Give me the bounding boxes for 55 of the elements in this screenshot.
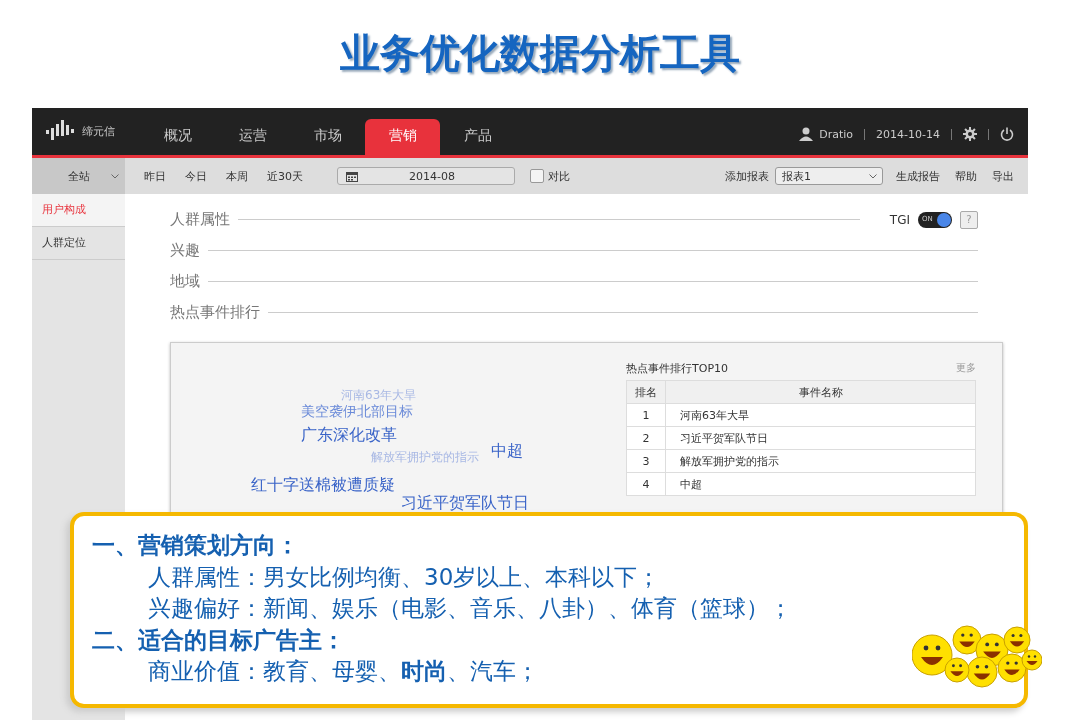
column-header: 事件名称	[665, 380, 976, 404]
tgi-label: TGI	[889, 212, 910, 227]
nav-tab[interactable]: 市场	[290, 119, 365, 155]
callout-line: 商业价值：教育、母婴、时尚、汽车；	[147, 657, 540, 686]
column-header: 排名	[626, 380, 666, 404]
callout-line: 人群属性：男女比例均衡、30岁以上、本科以下；	[147, 562, 662, 592]
user-icon	[799, 127, 814, 141]
nav-tab[interactable]: 营销	[365, 119, 440, 155]
logo-text: 缔元信	[82, 123, 115, 139]
sidebar-item[interactable]: 用户构成	[32, 194, 125, 227]
nav-tab[interactable]: 概况	[140, 119, 215, 155]
toolbar-link[interactable]: 帮助	[955, 168, 977, 184]
table-cell: 中超	[665, 472, 976, 496]
table-cell: 习近平贺军队节日	[665, 426, 976, 450]
range-link[interactable]: 本周	[226, 168, 248, 184]
add-report-label: 添加报表	[725, 168, 769, 184]
section-heading[interactable]: 热点事件排行	[170, 303, 260, 322]
sidebar-item[interactable]: 人群定位	[32, 227, 125, 260]
slide-title: 业务优化数据分析工具	[339, 29, 741, 78]
range-link[interactable]: 昨日	[144, 168, 166, 184]
table-cell: 解放军拥护党的指示	[665, 449, 976, 473]
table-title: 热点事件排行TOP10	[626, 361, 728, 376]
cloud-word[interactable]: 中超	[491, 441, 523, 462]
compare-label: 对比	[548, 168, 570, 184]
cloud-word[interactable]: 红十字送棉被遭质疑	[251, 475, 395, 496]
nav-tab[interactable]: 产品	[440, 119, 515, 155]
site-select[interactable]: 全站	[32, 158, 125, 194]
callout-line: 一、营销策划方向：	[92, 531, 300, 560]
power-icon[interactable]	[1000, 127, 1014, 141]
table-cell: 3	[626, 449, 666, 473]
compare-checkbox[interactable]	[530, 169, 544, 183]
toolbar-link[interactable]: 生成报告	[896, 168, 940, 184]
calendar-icon	[346, 170, 358, 182]
table-cell: 河南63年大旱	[665, 403, 976, 427]
cloud-word[interactable]: 习近平贺军队节日	[401, 493, 529, 514]
section-heading[interactable]: 人群属性	[170, 210, 230, 229]
user-name[interactable]: Dratio	[819, 127, 854, 141]
settings-icon[interactable]	[963, 127, 977, 141]
range-link[interactable]: 今日	[185, 168, 207, 184]
month-field[interactable]: 2014-08	[337, 167, 515, 185]
current-date: 2014-10-14	[876, 127, 940, 141]
nav-tab[interactable]: 运营	[215, 119, 290, 155]
chevron-down-icon	[111, 174, 119, 179]
callout-line: 兴趣偏好：新闻、娱乐（电影、音乐、八卦）、体育（篮球）；	[147, 594, 793, 623]
table-cell: 1	[626, 403, 666, 427]
section-heading[interactable]: 兴趣	[170, 241, 200, 260]
table-cell: 2	[626, 426, 666, 450]
table-cell: 4	[626, 472, 666, 496]
range-link[interactable]: 近30天	[267, 168, 303, 184]
report-select[interactable]: 报表1	[775, 167, 883, 185]
section-heading[interactable]: 地域	[170, 272, 200, 291]
callout-line: 二、适合的目标广告主：	[92, 625, 346, 655]
chevron-down-icon	[869, 174, 877, 179]
cloud-word[interactable]: 广东深化改革	[301, 425, 397, 446]
toolbar-link[interactable]: 导出	[992, 168, 1014, 184]
